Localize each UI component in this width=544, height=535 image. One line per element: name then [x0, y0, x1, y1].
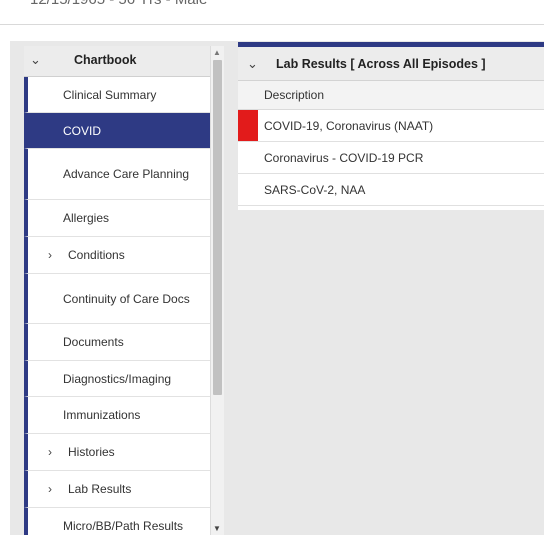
chevron-down-icon[interactable]: ⌄: [30, 52, 41, 68]
chartbook-item-label: Advance Care Planning: [63, 167, 190, 181]
column-header-description[interactable]: Description: [238, 81, 544, 110]
chevron-right-icon[interactable]: ›: [48, 445, 52, 459]
chartbook-header[interactable]: ⌄ Chartbook: [24, 46, 210, 77]
chevron-right-icon[interactable]: ›: [48, 248, 52, 262]
chartbook-item-conditions[interactable]: › Conditions: [24, 237, 210, 274]
triangle-down-icon[interactable]: ▼: [213, 524, 221, 533]
chartbook-item-advance-care-planning[interactable]: Advance Care Planning: [24, 149, 210, 200]
chartbook-title: Chartbook: [74, 53, 137, 67]
chartbook-item-label: COVID: [63, 123, 102, 138]
chartbook-item-lab-results[interactable]: › Lab Results: [24, 471, 210, 508]
chartbook-item-label: Documents: [63, 335, 124, 349]
chartbook-item-histories[interactable]: › Histories: [24, 434, 210, 471]
chartbook-item-allergies[interactable]: Allergies: [24, 200, 210, 237]
lab-description: COVID-19, Coronavirus (NAAT): [264, 119, 434, 133]
chartbook-item-label: Diagnostics/Imaging: [63, 371, 172, 386]
chartbook-item-diagnostics-imaging[interactable]: Diagnostics/Imaging: [24, 361, 210, 397]
patient-banner: 12/15/1965 - 56 Yrs - Male: [0, 0, 544, 25]
scrollbar-thumb[interactable]: [213, 60, 222, 395]
chartbook-item-label: Micro/BB/Path Results: [63, 519, 184, 533]
chartbook-item-documents[interactable]: Documents: [24, 324, 210, 361]
chevron-down-icon[interactable]: ⌄: [247, 56, 258, 72]
lab-results-panel: ⌄ Lab Results [ Across All Episodes ] De…: [238, 42, 544, 210]
chartbook-item-label: Conditions: [68, 248, 125, 262]
chartbook-item-clinical-summary[interactable]: Clinical Summary: [24, 77, 210, 113]
chartbook-item-micro-bb-path-results[interactable]: Micro/BB/Path Results: [24, 508, 210, 535]
table-row[interactable]: Coronavirus - COVID-19 PCR: [238, 142, 544, 174]
chartbook-scrollbar[interactable]: ▲ ▼: [210, 46, 224, 535]
chartbook-item-label: Continuity of Care Docs: [63, 291, 190, 306]
triangle-up-icon[interactable]: ▲: [213, 48, 221, 57]
chevron-right-icon[interactable]: ›: [48, 482, 52, 496]
chartbook-item-label: Lab Results: [68, 482, 132, 496]
patient-demographics: 12/15/1965 - 56 Yrs - Male: [30, 0, 207, 8]
chartbook-item-label: Clinical Summary: [63, 87, 157, 102]
chartbook-item-immunizations[interactable]: Immunizations: [24, 397, 210, 434]
lab-results-title: Lab Results [ Across All Episodes ]: [276, 57, 486, 71]
lab-description: SARS-CoV-2, NAA: [264, 183, 366, 197]
lab-description: Coronavirus - COVID-19 PCR: [264, 151, 424, 165]
column-header-label: Description: [264, 88, 325, 102]
table-row[interactable]: COVID-19, Coronavirus (NAAT): [238, 110, 544, 142]
chartbook-item-label: Immunizations: [63, 408, 141, 422]
lab-results-header[interactable]: ⌄ Lab Results [ Across All Episodes ]: [238, 47, 544, 81]
chartbook-item-continuity-of-care-docs[interactable]: Continuity of Care Docs: [24, 274, 210, 324]
abnormal-flag-indicator: [238, 110, 258, 141]
chartbook-item-covid[interactable]: COVID: [24, 113, 210, 149]
table-row[interactable]: SARS-CoV-2, NAA: [238, 174, 544, 206]
chartbook-panel: ⌄ Chartbook Clinical Summary COVID Advan…: [24, 46, 210, 535]
chartbook-item-label: Histories: [68, 445, 115, 459]
chartbook-item-label: Allergies: [63, 211, 110, 225]
